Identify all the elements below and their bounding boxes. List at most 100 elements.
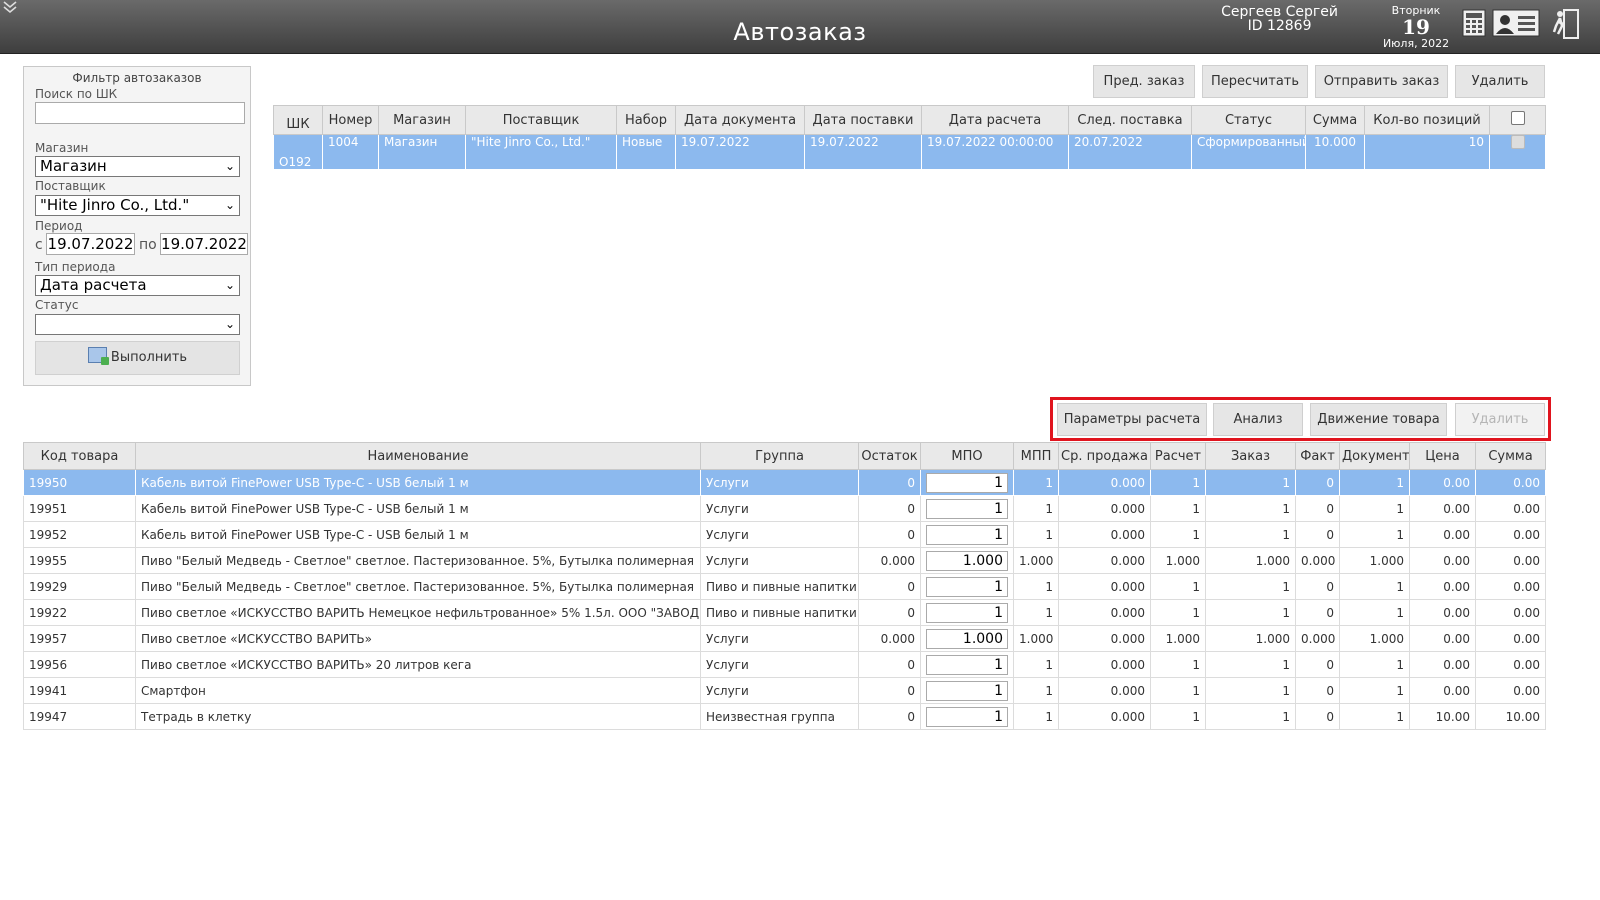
product-stock: 0.000	[858, 625, 921, 652]
product-mpp: 1	[1013, 599, 1059, 626]
calculator-icon[interactable]	[1462, 8, 1486, 40]
product-order: 1	[1205, 495, 1296, 522]
order-checkbox[interactable]	[1510, 135, 1525, 149]
delete-order-button[interactable]: Удалить	[1455, 65, 1545, 98]
col-set[interactable]: Набор	[616, 105, 676, 135]
mpo-input[interactable]: 1.000	[926, 550, 1008, 571]
table-row[interactable]: 19952 Кабель витой FinePower USB Type-C -…	[23, 521, 1546, 548]
period-type-select[interactable]: Дата расчета ⌄	[35, 275, 240, 296]
select-all-checkbox[interactable]	[1510, 111, 1525, 125]
table-row[interactable]: 19955 Пиво "Белый Медведь - Светлое" свет…	[23, 547, 1546, 574]
product-code: 19951	[23, 495, 136, 522]
col-calc[interactable]: Расчет	[1150, 442, 1206, 470]
filter-panel: Фильтр автозаказов Поиск по ШК Магазин М…	[23, 66, 251, 386]
col-mpo[interactable]: МПО	[920, 442, 1014, 470]
table-row[interactable]: 19957 Пиво светлое «ИСКУССТВО ВАРИТЬ» Услу…	[23, 625, 1546, 652]
col-positions[interactable]: Кол-во позиций	[1364, 105, 1490, 135]
product-fact: 0.000	[1295, 625, 1340, 652]
period-type-label: Тип периода	[35, 260, 116, 274]
id-card-icon[interactable]	[1492, 8, 1540, 40]
col-mpp[interactable]: МПП	[1013, 442, 1059, 470]
product-fact: 0	[1295, 651, 1340, 678]
select-all-cell[interactable]	[1489, 105, 1546, 135]
col-fact[interactable]: Факт	[1295, 442, 1340, 470]
mpo-input[interactable]: 1	[926, 472, 1008, 493]
col-sum[interactable]: Сумма	[1475, 442, 1546, 470]
status-select[interactable]: ⌄	[35, 314, 240, 335]
col-group[interactable]: Группа	[700, 442, 859, 470]
col-store[interactable]: Магазин	[378, 105, 466, 135]
mpo-input[interactable]: 1	[926, 706, 1008, 727]
run-button-label: Выполнить	[110, 350, 188, 365]
store-select[interactable]: Магазин ⌄	[35, 156, 240, 177]
product-avg-sale: 0.000	[1058, 469, 1151, 496]
product-mpo-cell[interactable]: 1	[920, 677, 1014, 704]
table-row[interactable]: 19922 Пиво светлое «ИСКУССТВО ВАРИТЬ Неме…	[23, 599, 1546, 626]
table-row[interactable]: 19951 Кабель витой FinePower USB Type-C -…	[23, 495, 1546, 522]
mpo-input[interactable]: 1	[926, 680, 1008, 701]
barcode-search-input[interactable]	[35, 102, 245, 124]
product-document: 1	[1339, 573, 1410, 600]
product-fact: 0.000	[1295, 547, 1340, 574]
col-code[interactable]: Код товара	[23, 442, 136, 470]
product-code: 19929	[23, 573, 136, 600]
mpo-input[interactable]: 1.000	[926, 628, 1008, 649]
run-button[interactable]: Выполнить	[35, 341, 240, 375]
col-supplier[interactable]: Поставщик	[465, 105, 617, 135]
mpo-input[interactable]: 1	[926, 602, 1008, 623]
mpo-input[interactable]: 1	[926, 654, 1008, 675]
col-document[interactable]: Документ	[1339, 442, 1410, 470]
product-order: 1.000	[1205, 625, 1296, 652]
product-name: Тетрадь в клетку	[135, 703, 701, 730]
product-mpo-cell[interactable]: 1	[920, 703, 1014, 730]
product-mpo-cell[interactable]: 1	[920, 599, 1014, 626]
product-name: Кабель витой FinePower USB Type-C - USB …	[135, 521, 701, 548]
recalculate-button[interactable]: Пересчитать	[1202, 65, 1308, 98]
col-next-delivery[interactable]: След. поставка	[1068, 105, 1192, 135]
product-mpo-cell[interactable]: 1	[920, 573, 1014, 600]
product-calc: 1	[1150, 599, 1206, 626]
prev-order-button[interactable]: Пред. заказ	[1093, 65, 1195, 98]
product-mpo-cell[interactable]: 1	[920, 495, 1014, 522]
period-to-input[interactable]: 19.07.2022	[160, 233, 248, 255]
col-delivery-date[interactable]: Дата поставки	[804, 105, 922, 135]
products-table: Код товара Наименование Группа Остаток М…	[23, 442, 1546, 730]
table-row[interactable]: 19929 Пиво "Белый Медведь - Светлое" свет…	[23, 573, 1546, 600]
col-status[interactable]: Статус	[1191, 105, 1306, 135]
exit-icon[interactable]	[1552, 8, 1580, 40]
product-mpo-cell[interactable]: 1	[920, 469, 1014, 496]
product-mpo-cell[interactable]: 1.000	[920, 547, 1014, 574]
col-avg-sale[interactable]: Ср. продажа	[1058, 442, 1151, 470]
col-order[interactable]: Заказ	[1205, 442, 1296, 470]
product-calc: 1	[1150, 573, 1206, 600]
col-doc-date[interactable]: Дата документа	[675, 105, 805, 135]
product-name: Кабель витой FinePower USB Type-C - USB …	[135, 469, 701, 496]
mpo-input[interactable]: 1	[926, 524, 1008, 545]
col-number[interactable]: Номер	[322, 105, 379, 135]
product-mpo-cell[interactable]: 1	[920, 521, 1014, 548]
col-price[interactable]: Цена	[1409, 442, 1476, 470]
product-mpo-cell[interactable]: 1.000	[920, 625, 1014, 652]
table-row[interactable]: 19941 Смартфон Услуги 0 1 1 0.000 1 1 0 1 0.00 0.00	[23, 677, 1546, 704]
product-mpp: 1	[1013, 703, 1059, 730]
col-stock[interactable]: Остаток	[858, 442, 921, 470]
period-from-input[interactable]: 19.07.2022	[46, 233, 135, 255]
chevron-down-icon[interactable]	[2, 0, 18, 17]
mpo-input[interactable]: 1	[926, 498, 1008, 519]
supplier-select[interactable]: "Hite Jinro Co., Ltd." ⌄	[35, 195, 240, 216]
col-shk[interactable]: ШК	[273, 105, 323, 135]
col-name[interactable]: Наименование	[135, 442, 701, 470]
product-stock: 0	[858, 651, 921, 678]
product-mpo-cell[interactable]: 1	[920, 651, 1014, 678]
order-select-cell[interactable]	[1489, 134, 1546, 170]
product-document: 1.000	[1339, 547, 1410, 574]
col-sum[interactable]: Сумма	[1305, 105, 1365, 135]
mpo-input[interactable]: 1	[926, 576, 1008, 597]
send-order-button[interactable]: Отправить заказ	[1315, 65, 1448, 98]
col-calc-date[interactable]: Дата расчета	[921, 105, 1069, 135]
table-row[interactable]: 19950 Кабель витой FinePower USB Type-C -…	[23, 469, 1546, 496]
top-bar: Автозаказ Сергеев Сергей ID 12869 Вторни…	[0, 0, 1600, 63]
table-row[interactable]: 19956 Пиво светлое «ИСКУССТВО ВАРИТЬ» 20 …	[23, 651, 1546, 678]
order-row[interactable]: O192 1004 Магазин "Hite Jinro Co., Ltd."…	[273, 134, 1546, 170]
table-row[interactable]: 19947 Тетрадь в клетку Неизвестная группа 0…	[23, 703, 1546, 730]
